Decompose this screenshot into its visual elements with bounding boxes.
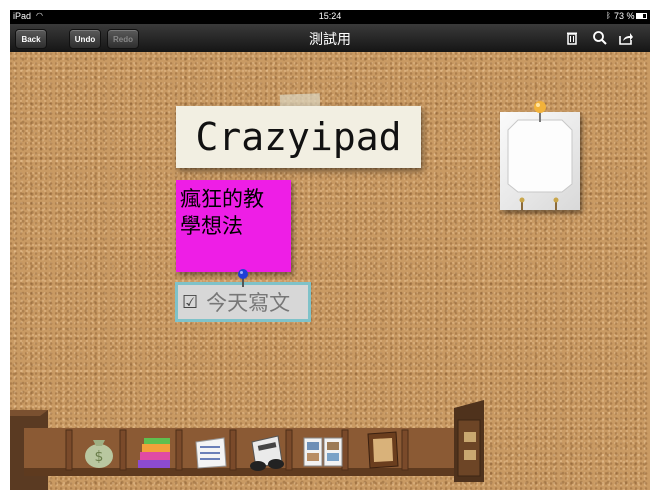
title-note[interactable]: Crazyipad bbox=[176, 106, 421, 168]
paper-corners bbox=[507, 119, 573, 210]
calendar-icon[interactable] bbox=[192, 436, 228, 470]
newspaper-icon[interactable] bbox=[246, 434, 286, 472]
pink-note-line-2: 學想法 bbox=[180, 214, 243, 238]
svg-text:$: $ bbox=[95, 449, 104, 465]
todo-note[interactable]: ☑ 今天寫文 bbox=[175, 282, 311, 322]
pink-note-line-1: 瘋狂的教 bbox=[180, 187, 264, 211]
todo-text: 今天寫文 bbox=[206, 291, 291, 315]
battery-percent: 73 % bbox=[614, 11, 635, 21]
navigation-bar: Back Undo Redo 測試用 bbox=[10, 24, 650, 53]
ipad-screen: iPad ◠ 15:24 ᛒ 73 % Back Undo Redo 測試用 C… bbox=[10, 10, 650, 490]
search-icon[interactable] bbox=[592, 30, 608, 46]
books-icon[interactable] bbox=[136, 438, 174, 470]
battery-icon bbox=[636, 13, 647, 19]
bottom-shelf bbox=[10, 400, 484, 490]
money-bag-icon[interactable]: $ bbox=[82, 432, 116, 470]
photo-album-icon[interactable] bbox=[302, 434, 344, 470]
blank-paper-note[interactable] bbox=[500, 112, 580, 210]
share-icon[interactable] bbox=[618, 30, 634, 46]
blue-pushpin-icon bbox=[238, 269, 248, 287]
trash-icon[interactable] bbox=[564, 30, 580, 46]
status-bar: iPad ◠ 15:24 ᛒ 73 % bbox=[10, 10, 650, 24]
yellow-pushpin-icon bbox=[534, 101, 546, 122]
checkbox-icon[interactable]: ☑ bbox=[182, 292, 198, 313]
pink-sticky-note[interactable]: 瘋狂的教 學想法 bbox=[176, 180, 291, 272]
frame-icon[interactable] bbox=[362, 430, 402, 472]
clock: 15:24 bbox=[318, 11, 342, 21]
page-title: 測試用 bbox=[309, 32, 351, 48]
bluetooth-icon: ᛒ bbox=[606, 11, 611, 20]
